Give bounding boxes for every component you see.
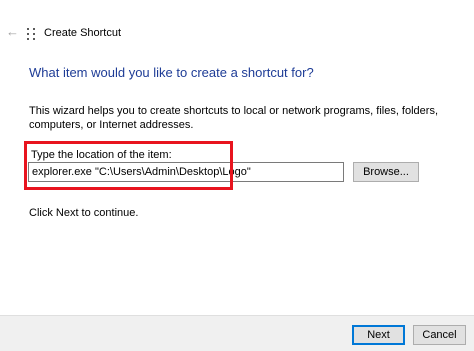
location-label: Type the location of the item: bbox=[31, 149, 172, 161]
window-title: Create Shortcut bbox=[44, 27, 122, 39]
back-arrow-icon[interactable]: ← bbox=[6, 25, 19, 39]
wizard-icon bbox=[27, 27, 39, 40]
footer-bar: Next Cancel bbox=[0, 315, 474, 351]
next-button[interactable]: Next bbox=[352, 325, 405, 345]
browse-button[interactable]: Browse... bbox=[353, 162, 419, 182]
create-shortcut-window: ← Create Shortcut What item would you li… bbox=[0, 0, 474, 351]
continue-instruction: Click Next to continue. bbox=[29, 207, 139, 219]
page-heading: What item would you like to create a sho… bbox=[29, 65, 314, 80]
wizard-description: This wizard helps you to create shortcut… bbox=[29, 105, 439, 131]
cancel-button[interactable]: Cancel bbox=[413, 325, 466, 345]
title-bar: ← Create Shortcut bbox=[0, 0, 474, 56]
location-input[interactable] bbox=[28, 162, 344, 182]
